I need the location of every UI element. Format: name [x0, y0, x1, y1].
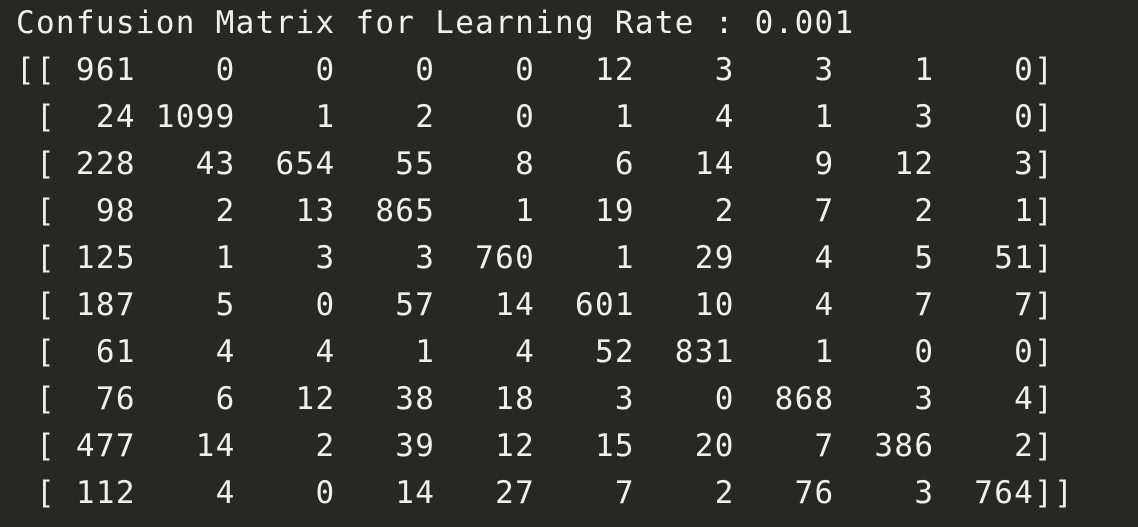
confusion-matrix-title: Confusion Matrix for Learning Rate : 0.0… [16, 5, 855, 41]
notebook-output: Confusion Matrix for Learning Rate : 0.0… [16, 0, 1126, 527]
matrix-row: [ 76 6 12 38 18 3 0 868 3 4] [16, 381, 1055, 417]
matrix-row: [ 187 5 0 57 14 601 10 4 7 7] [16, 287, 1055, 323]
matrix-row: [ 24 1099 1 2 0 1 4 1 3 0] [16, 99, 1055, 135]
matrix-row: [ 125 1 3 3 760 1 29 4 5 51] [16, 240, 1055, 276]
matrix-row: [ 61 4 4 1 4 52 831 1 0 0] [16, 334, 1055, 370]
matrix-row: [ 228 43 654 55 8 6 14 9 12 3] [16, 146, 1055, 182]
matrix-row: [ 112 4 0 14 27 7 2 76 3 764]] [16, 475, 1075, 511]
matrix-row: [ 98 2 13 865 1 19 2 7 2 1] [16, 193, 1055, 229]
matrix-row: [ 477 14 2 39 12 15 20 7 386 2] [16, 428, 1055, 464]
matrix-row: [[ 961 0 0 0 0 12 3 3 1 0] [16, 52, 1055, 88]
